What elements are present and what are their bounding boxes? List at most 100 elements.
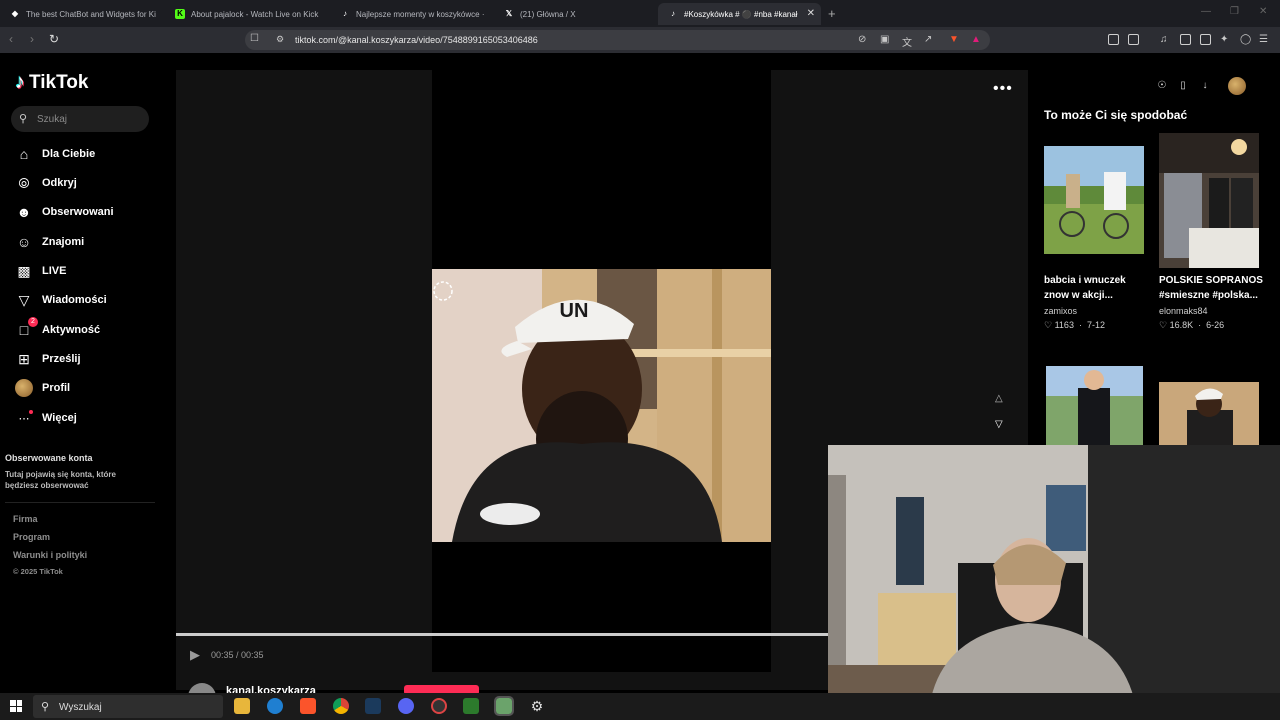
x-favicon-icon: 𝕏: [505, 9, 513, 18]
back-icon[interactable]: ‹: [9, 32, 13, 46]
obs-icon[interactable]: [431, 698, 447, 714]
sidebar-toggle-icon[interactable]: [1180, 34, 1191, 45]
url-text[interactable]: tiktok.com/@kanal.koszykarza/video/75488…: [295, 35, 538, 45]
footer-link[interactable]: Program: [13, 532, 50, 542]
nav-item-dla-ciebie[interactable]: ⌂ Dla Ciebie: [14, 143, 95, 165]
tab-title: The best ChatBot and Widgets for Ki: [26, 9, 156, 19]
browser-tab[interactable]: ♪ Najlepsze momenty w koszykówce ·: [330, 3, 493, 25]
search-icon: ⚲: [41, 701, 50, 713]
thumbnail-caption[interactable]: babcia i wnuczek znow w akcji...: [1044, 273, 1149, 303]
nav-item-aktywnosc[interactable]: □ 2 Aktywność: [14, 317, 101, 341]
video-frame-image: UN: [432, 269, 771, 542]
video-progress-fill: [176, 633, 828, 636]
video-thumbnail[interactable]: [1159, 382, 1259, 445]
tab-title: About pajalock - Watch Live on Kick: [191, 9, 319, 19]
bookmark-icon[interactable]: ☐: [250, 33, 259, 44]
site-settings-icon[interactable]: ⚙: [276, 34, 284, 45]
divider: [5, 502, 155, 503]
vpn-icon[interactable]: ◯: [1240, 34, 1251, 45]
download-icon[interactable]: ↓: [1198, 79, 1212, 93]
brave-rewards-icon[interactable]: ▲: [971, 34, 981, 45]
wallet-icon[interactable]: [1200, 34, 1211, 45]
browser-toolbar: ‹ › ↻ ☐ ⚙ tiktok.com/@kanal.koszykarza/v…: [0, 27, 1280, 53]
browser-tab[interactable]: ◆ The best ChatBot and Widgets for Ki: [0, 3, 163, 25]
browser-tab-strip: ◆ The best ChatBot and Widgets for Ki K …: [0, 0, 1280, 27]
browser-tab-active[interactable]: ♪ #Koszykówka # ⚫ #nba #kanał ✕: [658, 3, 821, 25]
leo-ai-icon[interactable]: ✦: [1220, 34, 1228, 45]
nav-item-przeslij[interactable]: ⊞ Prześlij: [14, 348, 80, 370]
extensions-icon[interactable]: [1108, 34, 1119, 45]
browser-tab[interactable]: K About pajalock - Watch Live on Kick: [165, 3, 328, 25]
screenshot-icon[interactable]: [1128, 34, 1139, 45]
copyright: © 2025 TikTok: [13, 567, 63, 576]
footer-link[interactable]: Firma: [13, 514, 38, 524]
brave-icon[interactable]: [300, 698, 316, 714]
more-options-icon[interactable]: •••: [993, 80, 1013, 98]
footer-link[interactable]: Warunki i polityki: [13, 550, 87, 560]
file-explorer-icon[interactable]: [234, 698, 250, 714]
tiktok-logo[interactable]: ♪ TikTok: [15, 71, 88, 94]
share-icon[interactable]: ↗: [924, 34, 932, 45]
video-thumbnail[interactable]: [1046, 366, 1143, 445]
cast-icon[interactable]: ▣: [880, 34, 889, 45]
menu-icon[interactable]: ☰: [1259, 34, 1268, 45]
steam-icon[interactable]: [365, 698, 381, 714]
search-icon: ⚲: [19, 113, 28, 125]
forward-icon[interactable]: ›: [30, 32, 34, 46]
nav-label: Znajomi: [42, 236, 85, 248]
windows-start-icon[interactable]: [10, 700, 22, 712]
brave-shields-icon[interactable]: ▼: [949, 34, 959, 45]
thumbnail-stats: ♡ 16.8K · 6-26: [1159, 320, 1224, 331]
reload-icon[interactable]: ↻: [49, 32, 59, 46]
taskbar-search-input[interactable]: ⚲ Wyszukaj: [33, 695, 223, 718]
activity-icon: □ 2: [14, 317, 38, 340]
thumbnail-caption[interactable]: POLSKIE SOPRANOS #smieszne #polska...: [1159, 273, 1269, 303]
discord-icon[interactable]: [398, 698, 414, 714]
edge-icon[interactable]: [267, 698, 283, 714]
search-input[interactable]: ⚲ Szukaj: [11, 106, 149, 132]
nav-item-live[interactable]: ▩ LIVE: [14, 260, 66, 282]
video-frame[interactable]: UN: [432, 269, 771, 542]
live-icon: ▩: [17, 262, 31, 279]
settings-gear-icon[interactable]: ⚙: [529, 698, 545, 714]
nav-item-profil[interactable]: Profil: [14, 377, 70, 399]
logo-text: TikTok: [29, 71, 89, 93]
chrome-icon[interactable]: [333, 698, 349, 714]
tracking-off-icon[interactable]: ⊘: [858, 34, 866, 45]
nav-item-obserwowani[interactable]: ☻ Obserwowani: [14, 201, 114, 223]
nav-item-wiadomosci[interactable]: ▽ Wiadomości: [14, 289, 107, 311]
post-date: 6-26: [1206, 320, 1225, 330]
compass-icon: ⦾: [18, 174, 30, 191]
next-video-icon[interactable]: ▽: [995, 419, 1003, 430]
video-thumbnail[interactable]: [1044, 146, 1144, 254]
nav-label: Wiadomości: [42, 294, 107, 306]
thumbnail-author[interactable]: zamixos: [1044, 306, 1077, 316]
new-tab-button[interactable]: +: [828, 6, 836, 21]
tab-title: #Koszykówka # ⚫ #nba #kanał: [684, 9, 798, 19]
close-tab-icon[interactable]: ✕: [807, 8, 815, 19]
nav-item-znajomi[interactable]: ☺ Znajomi: [14, 231, 84, 253]
play-icon[interactable]: ▶: [190, 647, 200, 663]
previous-video-icon[interactable]: △: [995, 393, 1003, 404]
video-progress-bar[interactable]: [176, 633, 828, 636]
coins-icon[interactable]: ☉: [1155, 79, 1169, 93]
windows-taskbar: ⚲ Wyszukaj ⚙: [0, 693, 1280, 720]
translate-icon[interactable]: 文: [902, 34, 912, 49]
video-thumbnail[interactable]: [1159, 133, 1259, 268]
music-icon[interactable]: ♫: [1160, 34, 1168, 45]
browser-tab[interactable]: 𝕏 (21) Główna / X: [494, 3, 657, 25]
more-icon: ⋯: [14, 408, 34, 428]
minimize-icon[interactable]: —: [1201, 6, 1211, 17]
thumbnail-image: [1044, 146, 1144, 254]
close-window-icon[interactable]: ✕: [1259, 6, 1267, 17]
nav-label: Więcej: [42, 412, 77, 424]
nav-label: Aktywność: [42, 324, 101, 336]
user-avatar[interactable]: [1228, 77, 1246, 95]
nav-item-wiecej[interactable]: ⋯ Więcej: [14, 407, 77, 429]
thumbnail-author[interactable]: elonmaks84: [1159, 306, 1208, 316]
nav-item-odkryj[interactable]: ⦾ Odkryj: [14, 172, 76, 194]
active-app-icon[interactable]: [494, 696, 514, 716]
media-player-icon[interactable]: [463, 698, 479, 714]
device-icon[interactable]: ▯: [1176, 79, 1190, 93]
maximize-icon[interactable]: ❐: [1230, 6, 1239, 17]
